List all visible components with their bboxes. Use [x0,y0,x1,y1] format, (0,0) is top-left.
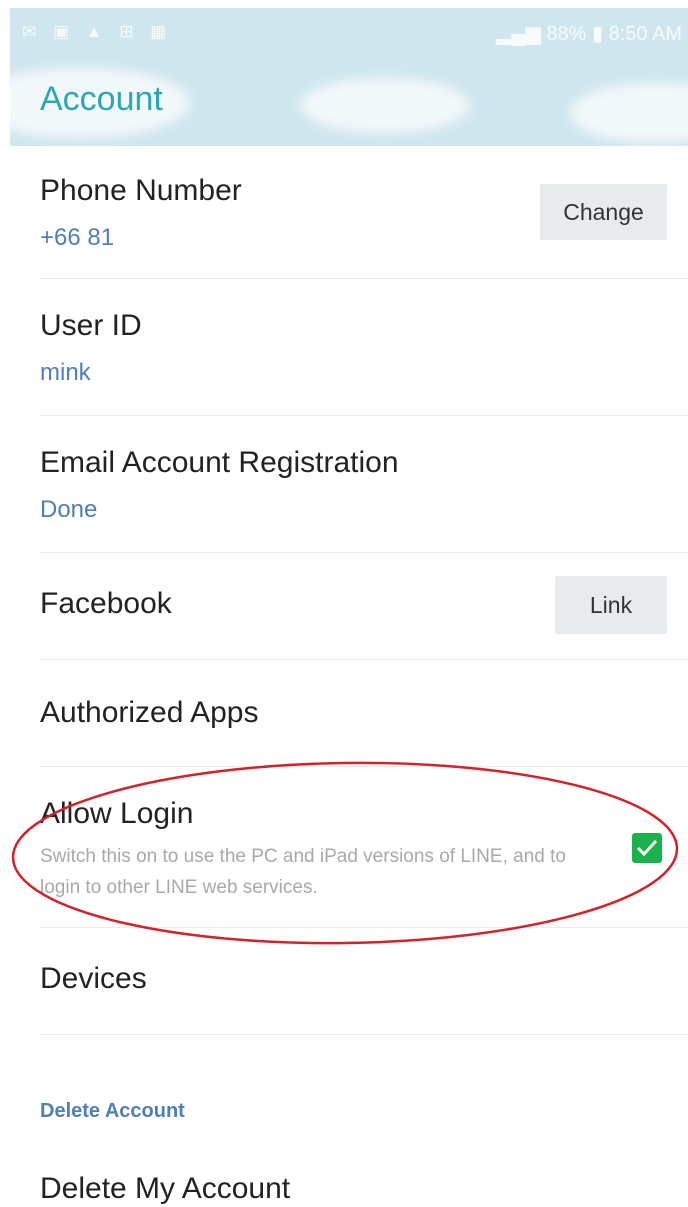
link-facebook-button[interactable]: Link [555,576,667,634]
page-title: Account [40,80,163,118]
notification-icons: ✉ ▣ ▲ ⊞ ▦ [22,22,173,41]
status-bar: ✉ ▣ ▲ ⊞ ▦ ▂▄▆ 88% ▮ 8:50 AM [10,8,688,58]
allow-login-label: Allow Login [40,797,194,830]
user-id-value: mink [40,359,91,386]
status-right: ▂▄▆ 88% ▮ 8:50 AM [496,21,682,46]
user-id-row[interactable]: User ID mink [40,279,688,416]
phone-number-label: Phone Number [40,174,242,207]
change-phone-button[interactable]: Change [540,184,667,240]
devices-label: Devices [40,962,147,995]
phone-number-value: +66 81 [40,224,115,251]
facebook-label: Facebook [40,587,172,620]
phone-number-row: Phone Number +66 81 Change [40,146,688,279]
signal-icon: ▂▄▆ [495,23,541,45]
user-id-label: User ID [40,309,142,342]
delete-my-account-label: Delete My Account [40,1172,291,1205]
allow-login-checkbox[interactable] [632,833,662,863]
battery-icon: ▮ [592,23,604,45]
checkmark-icon [636,839,658,857]
delete-my-account-row[interactable]: Delete My Account [40,1146,688,1207]
email-registration-label: Email Account Registration [40,446,399,479]
battery-level: 88% [546,23,587,45]
facebook-row: Facebook Link [40,553,688,660]
screen: ✉ ▣ ▲ ⊞ ▦ ▂▄▆ 88% ▮ 8:50 AM Account Phon… [0,0,688,1207]
email-registration-status: Done [40,496,98,523]
delete-account-section-header: Delete Account [40,1100,185,1122]
authorized-apps-row[interactable]: Authorized Apps [40,660,688,767]
clock: 8:50 AM [608,23,682,45]
allow-login-description: Switch this on to use the PC and iPad ve… [40,846,566,898]
cloud-decoration [570,83,688,143]
cloud-decoration [300,78,470,133]
authorized-apps-label: Authorized Apps [40,696,259,729]
app-header: ✉ ▣ ▲ ⊞ ▦ ▂▄▆ 88% ▮ 8:50 AM Account [10,8,688,146]
devices-row[interactable]: Devices [40,928,688,1035]
email-registration-row[interactable]: Email Account Registration Done [40,416,688,553]
allow-login-row[interactable]: Allow Login Switch this on to use the PC… [40,767,688,928]
